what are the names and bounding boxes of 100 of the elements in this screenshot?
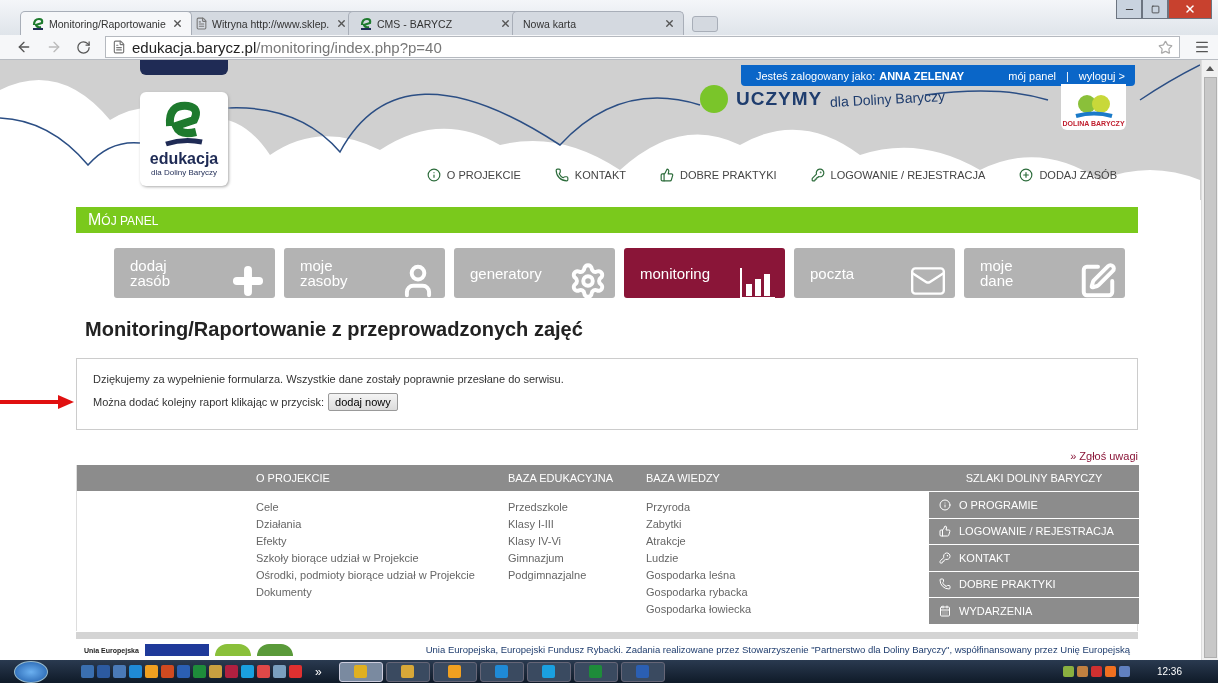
side-menu-item[interactable]: DOBRE PRAKTYKI xyxy=(929,570,1139,597)
footer-link[interactable]: Gospodarka łowiecka xyxy=(646,601,929,618)
forward-icon[interactable] xyxy=(46,39,62,55)
tray-icon[interactable] xyxy=(1090,666,1102,677)
footer-link[interactable]: Szkoły biorące udział w Projekcie xyxy=(256,550,508,567)
nav-link[interactable]: DOBRE PRAKTYKI xyxy=(659,168,777,182)
panel-tile[interactable]: monitoring xyxy=(624,248,785,298)
taskbar-window[interactable] xyxy=(385,661,430,682)
page-title: Monitoring/Raportowanie z przeprowadzonych zajęć xyxy=(85,318,584,341)
tray-icon[interactable] xyxy=(1076,666,1088,677)
footer-link[interactable]: Ośrodki, podmioty biorące udział w Projekcie xyxy=(256,567,508,584)
slogan-title: UCZYMY xyxy=(736,88,823,110)
slogan-text: dla Doliny Baryczy xyxy=(829,88,946,110)
report-link[interactable]: » Zgłoś uwagi xyxy=(1070,450,1138,462)
footer-link[interactable]: Efekty xyxy=(256,533,508,550)
circle-logo-icon xyxy=(700,85,728,113)
funding-note: Unia Europejska, Europejski Fundusz Rybacki. Zadania realizowane przez Stowarzyszenie "Partnerstwo dla Doliny Baryczy", współfinansowany przez Unię Europejską xyxy=(425,644,1130,655)
side-menu-item[interactable]: O PROGRAMIE xyxy=(929,491,1139,518)
nav-link[interactable]: KONTAKT xyxy=(554,168,626,182)
side-heading: SZLAKI DOLINY BARYCZY xyxy=(965,472,1103,484)
taskbar-icon[interactable] xyxy=(161,665,174,678)
close-icon[interactable] xyxy=(664,18,675,29)
taskbar-window[interactable] xyxy=(479,661,524,682)
taskbar-icon[interactable] xyxy=(273,665,286,678)
footer-link[interactable]: Klasy IV-Vi xyxy=(508,533,646,550)
nav-link[interactable]: DODAJ ZASÓB xyxy=(1019,168,1117,182)
taskbar-icon[interactable] xyxy=(257,665,270,678)
taskbar-icon[interactable] xyxy=(289,665,302,678)
reload-icon[interactable] xyxy=(76,39,91,55)
maximize-icon xyxy=(1150,4,1160,14)
gear-icon xyxy=(569,262,607,298)
user-link[interactable]: wyloguj > xyxy=(1078,69,1125,82)
footer-link[interactable]: Działania xyxy=(256,516,508,533)
close-button[interactable] xyxy=(1168,0,1212,19)
side-menu-item[interactable]: KONTAKT xyxy=(929,544,1139,571)
menu-icon[interactable] xyxy=(1194,39,1210,55)
taskbar-icon[interactable] xyxy=(145,665,158,678)
footer-link[interactable]: Ludzie xyxy=(646,550,929,567)
tray-icon[interactable] xyxy=(1062,666,1074,677)
footer-heading: BAZA WIEDZY xyxy=(646,472,720,484)
pointer-arrow-icon xyxy=(0,395,74,409)
tray-icon[interactable] xyxy=(1104,666,1116,677)
key-icon xyxy=(939,551,951,564)
eu-flag-icon xyxy=(144,644,209,656)
close-icon[interactable] xyxy=(172,18,183,29)
back-icon[interactable] xyxy=(16,39,32,55)
taskbar-icon[interactable] xyxy=(241,665,254,678)
nav-link[interactable]: O PROJEKCIE xyxy=(426,168,521,182)
footer-heading: BAZA EDUKACYJNA xyxy=(508,472,614,484)
side-menu-item[interactable]: WYDARZENIA xyxy=(929,597,1139,624)
taskbar-icon[interactable] xyxy=(193,665,206,678)
footer-link[interactable]: Gospodarka rybacka xyxy=(646,584,929,601)
add-new-button[interactable]: dodaj nowy xyxy=(328,393,398,411)
footer-link[interactable]: Przedszkole xyxy=(508,499,646,516)
footer-link[interactable]: Zabytki xyxy=(646,516,929,533)
taskbar-window[interactable] xyxy=(432,661,477,682)
page-icon xyxy=(195,17,208,30)
browser-tab[interactable]: Monitoring/Raportowanie xyxy=(20,11,192,35)
footer-link[interactable]: Atrakcje xyxy=(646,533,929,550)
minimize-button[interactable] xyxy=(1116,0,1142,19)
footer-link[interactable]: Gimnazjum xyxy=(508,550,646,567)
info-icon xyxy=(426,168,441,182)
phone-icon xyxy=(939,578,951,591)
footer-link[interactable]: Cele xyxy=(256,499,508,516)
key-icon xyxy=(810,168,825,182)
panel-title: MÓJ PANEL xyxy=(88,211,159,229)
footer-link[interactable]: Przyroda xyxy=(646,499,929,516)
taskbar-icon[interactable] xyxy=(113,665,126,678)
user-link[interactable]: mój panel xyxy=(1008,69,1056,82)
success-message: Dziękujemy za wypełnienie formularza. Wszystkie dane zostały poprawnie przesłane do serwisu. xyxy=(93,373,565,385)
footer-link[interactable]: Klasy I-III xyxy=(508,516,646,533)
taskbar-window[interactable] xyxy=(526,661,571,682)
taskbar-icon[interactable] xyxy=(209,665,222,678)
overflow-button[interactable]: » xyxy=(315,664,322,679)
close-icon[interactable] xyxy=(500,18,511,29)
calendar-icon xyxy=(939,604,951,617)
bookmark-star-icon[interactable] xyxy=(1158,39,1173,55)
taskbar-icon[interactable] xyxy=(81,665,94,678)
site-logo: edukacja dla Doliny Baryczy xyxy=(140,92,228,186)
clock: 12:36 xyxy=(1156,666,1182,677)
footer-link[interactable]: Dokumenty xyxy=(256,584,508,601)
bar-chart-icon xyxy=(739,266,777,298)
taskbar-icon[interactable] xyxy=(129,665,142,678)
login-status: Jesteś zalogowany jako: xyxy=(756,69,876,82)
close-icon[interactable] xyxy=(336,18,347,29)
footer-heading: O PROJEKCIE xyxy=(256,472,330,484)
browser-tab[interactable]: Nowa karta xyxy=(512,11,684,35)
side-menu-item[interactable]: LOGOWANIE / REJESTRACJA xyxy=(929,517,1139,544)
start-button[interactable] xyxy=(14,660,48,683)
footer-link[interactable]: Gospodarka leśna xyxy=(646,567,929,584)
tray-icon[interactable] xyxy=(1118,666,1130,677)
footer-link[interactable]: Podgimnazjalne xyxy=(508,567,646,584)
address-field[interactable]: edukacja.barycz.pl/monitoring/index.php?p=40 xyxy=(105,36,1180,58)
user-name: ANNA ZELENAY xyxy=(879,69,964,82)
close-icon xyxy=(1184,3,1196,15)
link-separator: | xyxy=(1065,69,1069,82)
prompt-text: Można dodać kolejny raport klikając w przycisk: xyxy=(93,396,325,408)
nav-link[interactable]: LOGOWANIE / REJESTRACJA xyxy=(810,168,986,182)
thumbs-up-icon xyxy=(659,168,674,182)
maximize-button[interactable] xyxy=(1142,0,1168,19)
